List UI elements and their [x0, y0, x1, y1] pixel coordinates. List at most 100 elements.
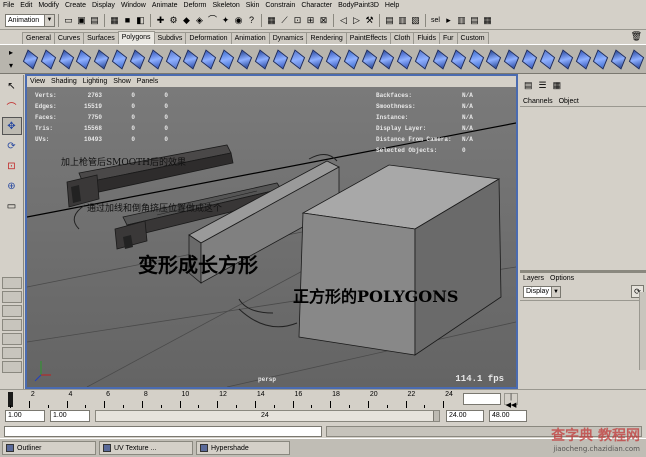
menu-help[interactable]: Help: [382, 2, 402, 9]
layer-editor-icon[interactable]: ☰: [539, 80, 547, 91]
layout-single-icon[interactable]: [1, 277, 22, 289]
lasso-tool-icon[interactable]: ⌒: [2, 97, 22, 115]
construction-history-icon[interactable]: ⚒: [364, 15, 375, 26]
output-ops-icon[interactable]: ▷: [351, 15, 362, 26]
tab-fur[interactable]: Fur: [439, 32, 458, 44]
snap-grid-icon[interactable]: ▦: [266, 15, 277, 26]
shelf-tool-icon[interactable]: [218, 48, 235, 70]
time-slider-track[interactable]: 2 4 6 8 10 12 14 16 18 20 22 24: [8, 390, 460, 409]
layers-scrollbar[interactable]: [639, 292, 646, 370]
menu-modify[interactable]: Modify: [35, 2, 62, 9]
tab-surfaces[interactable]: Surfaces: [83, 32, 119, 44]
shelf-tool-icon[interactable]: [289, 48, 306, 70]
menu-animate[interactable]: Animate: [149, 2, 181, 9]
tab-subdivs[interactable]: Subdivs: [153, 32, 187, 44]
range-thumb[interactable]: 24: [96, 411, 434, 421]
menu-display[interactable]: Display: [89, 2, 118, 9]
select-component-icon[interactable]: ◧: [135, 15, 146, 26]
shelf-tool-icon[interactable]: [129, 48, 146, 70]
layout-custom-icon[interactable]: [1, 361, 22, 373]
layers-menu-layers[interactable]: Layers: [520, 275, 547, 282]
shelf-tool-icon[interactable]: [325, 48, 342, 70]
shelf-tool-icon[interactable]: [58, 48, 75, 70]
shelf-tool-icon[interactable]: [468, 48, 485, 70]
show-hide-channels-icon[interactable]: ▥: [456, 15, 467, 26]
shelf-tool-icon[interactable]: [593, 48, 610, 70]
scale-tool-icon[interactable]: ⊡: [2, 157, 22, 175]
shelf-tool-icon[interactable]: [111, 48, 128, 70]
make-live-icon[interactable]: ⊠: [318, 15, 329, 26]
open-scene-icon[interactable]: ▣: [76, 15, 87, 26]
shelf-tool-icon[interactable]: [40, 48, 57, 70]
menu-create[interactable]: Create: [62, 2, 89, 9]
shelf-tool-icon[interactable]: [486, 48, 503, 70]
shelf-tool-icon[interactable]: [93, 48, 110, 70]
taskbar-window-0[interactable]: Outliner: [2, 441, 96, 455]
new-scene-icon[interactable]: ▭: [63, 15, 74, 26]
layout-persp-graph-icon[interactable]: [1, 319, 22, 331]
shelf-tool-icon[interactable]: [272, 48, 289, 70]
menu-skeleton[interactable]: Skeleton: [209, 2, 242, 9]
tab-painteffects[interactable]: PaintEffects: [345, 32, 391, 44]
shelf-tool-icon[interactable]: [503, 48, 520, 70]
layout-render-icon[interactable]: [1, 347, 22, 359]
chevron-right-icon[interactable]: ▸: [443, 15, 454, 26]
pick-deformations-icon[interactable]: ⌒: [207, 15, 218, 26]
panel-menu-view[interactable]: View: [27, 78, 48, 85]
menu-file[interactable]: File: [0, 2, 17, 9]
time-slider[interactable]: 2 4 6 8 10 12 14 16 18 20 22 24 |◀◀: [0, 389, 646, 409]
shelf-tool-icon[interactable]: [236, 48, 253, 70]
pick-handles-icon[interactable]: ✚: [155, 15, 166, 26]
playback-end-field[interactable]: 24.00: [446, 410, 484, 422]
tab-cloth[interactable]: Cloth: [389, 32, 415, 44]
shelf-tool-icon[interactable]: [22, 48, 39, 70]
select-hierarchy-icon[interactable]: ▦: [109, 15, 120, 26]
render-icon[interactable]: ▤: [384, 15, 395, 26]
tab-deformation[interactable]: Deformation: [185, 32, 232, 44]
layer-mode-dropdown[interactable]: Display ▼: [523, 285, 561, 298]
shelf-tool-icon[interactable]: [628, 48, 645, 70]
select-object-icon[interactable]: ■: [122, 15, 133, 26]
shelf-tool-icon[interactable]: [575, 48, 592, 70]
menu-window[interactable]: Window: [118, 2, 149, 9]
menu-character[interactable]: Character: [298, 2, 335, 9]
shelf-tool-icon[interactable]: [396, 48, 413, 70]
save-scene-icon[interactable]: ▤: [89, 15, 100, 26]
panel-menu-lighting[interactable]: Lighting: [80, 78, 111, 85]
tab-curves[interactable]: Curves: [53, 32, 85, 44]
layers-menu-options[interactable]: Options: [547, 275, 577, 282]
shelf-tool-icon[interactable]: [610, 48, 627, 70]
tab-fluids[interactable]: Fluids: [413, 32, 441, 44]
snap-curve-icon[interactable]: ⟋: [279, 15, 290, 26]
shelf-editor-icon[interactable]: ▾: [9, 61, 13, 70]
shelf-tool-icon[interactable]: [361, 48, 378, 70]
render-globals-icon[interactable]: ▧: [410, 15, 421, 26]
playback-controls-icon[interactable]: |◀◀: [504, 393, 518, 409]
tab-rendering[interactable]: Rendering: [306, 32, 347, 44]
pick-rendering-icon[interactable]: ◉: [233, 15, 244, 26]
viewport-panel[interactable]: View Shading Lighting Show Panels Verts:…: [25, 74, 518, 389]
show-hide-attributes-icon[interactable]: ▤: [469, 15, 480, 26]
attribute-editor-icon[interactable]: ▦: [553, 80, 562, 91]
rotate-tool-icon[interactable]: ⟳: [2, 137, 22, 155]
input-ops-icon[interactable]: ◁: [338, 15, 349, 26]
menu-skin[interactable]: Skin: [243, 2, 263, 9]
layout-hypershade-icon[interactable]: [1, 333, 22, 345]
anim-start-field[interactable]: 1.00: [5, 410, 45, 422]
tab-general[interactable]: General: [22, 32, 55, 44]
anim-end-field[interactable]: 48.00: [489, 410, 527, 422]
shelf-tool-icon[interactable]: [432, 48, 449, 70]
manipulator-tool-icon[interactable]: ⊕: [2, 177, 22, 195]
taskbar-window-1[interactable]: UV Texture ...: [99, 441, 193, 455]
shelf-tool-icon[interactable]: [147, 48, 164, 70]
channel-menu-object[interactable]: Object: [556, 98, 582, 105]
panel-menu-show[interactable]: Show: [110, 78, 134, 85]
pick-misc-icon[interactable]: ?: [246, 15, 257, 26]
layout-persp-outliner-icon[interactable]: [1, 305, 22, 317]
shelf-tool-icon[interactable]: [307, 48, 324, 70]
menu-set-dropdown[interactable]: Animation ▼: [5, 13, 55, 27]
menu-bodypaint3d[interactable]: BodyPaint3D: [335, 2, 382, 9]
shelf-tool-icon[interactable]: [521, 48, 538, 70]
pick-surfaces-icon[interactable]: ◈: [194, 15, 205, 26]
shelf-tool-icon[interactable]: [557, 48, 574, 70]
